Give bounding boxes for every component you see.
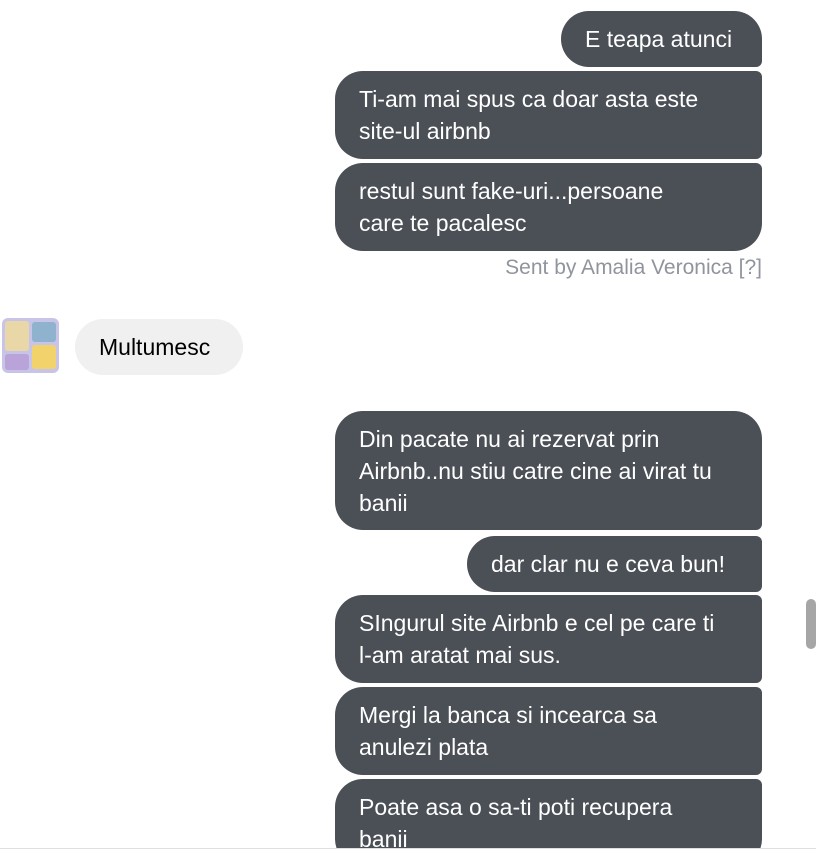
outgoing-message[interactable]: SIngurul site Airbnb e cel pe care ti l-… [335,595,762,683]
composer-divider [0,848,816,849]
outgoing-message[interactable]: dar clar nu e ceva bun! [467,536,762,592]
outgoing-message[interactable]: restul sunt fake-uri...persoane care te … [335,163,762,251]
outgoing-message[interactable]: Poate asa o sa-ti poti recupera banii [335,779,762,848]
outgoing-message[interactable]: Din pacate nu ai rezervat prin Airbnb..n… [335,411,762,530]
outgoing-message[interactable]: Mergi la banca si incearca sa anulezi pl… [335,687,762,775]
incoming-message[interactable]: Multumesc [75,319,243,375]
sent-by-label: Sent by Amalia Veronica [?] [505,256,762,279]
outgoing-message[interactable]: Ti-am mai spus ca doar asta este site-ul… [335,71,762,159]
outgoing-message[interactable]: E teapa atunci [561,11,762,67]
scrollbar-thumb[interactable] [806,599,816,649]
message-thread: E teapa atunci Ti-am mai spus ca doar as… [0,0,816,848]
contact-avatar[interactable] [2,318,59,373]
